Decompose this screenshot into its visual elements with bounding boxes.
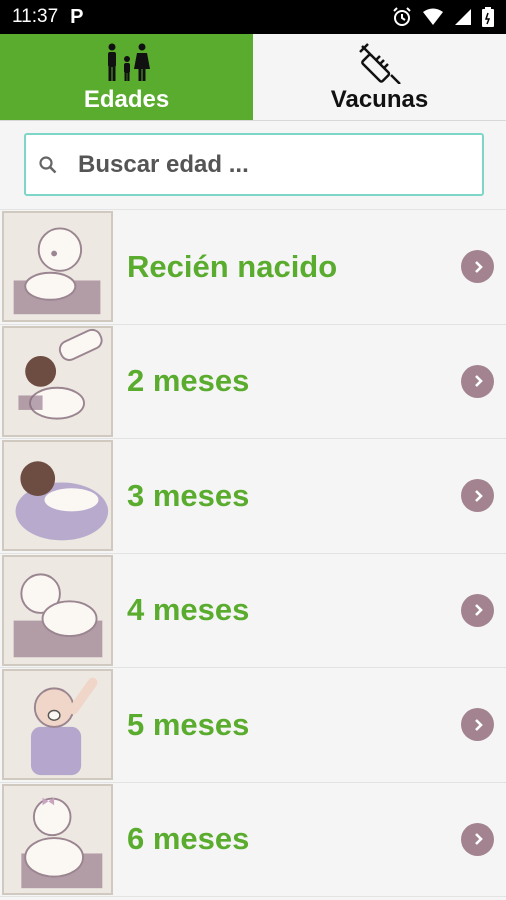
list-item-label: 6 meses [127,821,250,857]
chevron-right-icon[interactable] [461,593,494,627]
list-item-6-meses[interactable]: 6 meses [0,782,506,897]
tab-vacunas[interactable]: Vacunas [253,34,506,120]
list-item-label: 3 meses [127,477,250,513]
status-bar: 11:37 P [0,0,506,34]
list-item-label: 4 meses [127,592,250,628]
baby-with-pacifier-illustration [2,669,113,781]
chevron-right-icon[interactable] [461,708,494,742]
crawling-baby-illustration [2,554,113,666]
baby-with-bottle-illustration [2,325,113,437]
family-icon [104,42,150,84]
syringe-icon [358,42,402,84]
tab-edades[interactable]: Edades [0,34,253,120]
status-icons [392,7,494,27]
search-input[interactable] [78,150,458,179]
list-item-4-meses[interactable]: 4 meses [0,553,506,668]
tab-edades-label: Edades [83,86,170,113]
search-icon [38,155,58,175]
tab-vacunas-label: Vacunas [330,86,429,113]
list-item-recien-nacido[interactable]: Recién nacido [0,210,506,325]
age-list: Recién nacido 2 meses 3 meses 4 meses 5 … [0,209,506,900]
list-item-5-meses[interactable]: 5 meses [0,668,506,783]
signal-icon [454,8,472,26]
search-box[interactable] [24,133,484,196]
newborn-baby-illustration [2,211,113,323]
chevron-right-icon[interactable] [461,250,494,284]
alarm-icon [392,7,412,27]
swaddled-baby-illustration [2,440,113,552]
battery-icon [482,7,494,27]
chevron-right-icon[interactable] [461,479,494,513]
chevron-right-icon[interactable] [461,364,494,398]
status-app-badge: P [70,5,84,28]
list-item-3-meses[interactable]: 3 meses [0,439,506,554]
wifi-icon [422,8,444,26]
tab-bar: Edades Vacunas [0,34,506,121]
status-time: 11:37 [12,6,59,27]
list-item-2-meses[interactable]: 2 meses [0,324,506,439]
chevron-right-icon[interactable] [461,822,494,856]
list-item-label: 2 meses [127,363,250,399]
sitting-baby-illustration [2,783,113,895]
list-item-label: Recién nacido [127,248,338,284]
list-item-label: 5 meses [127,706,250,742]
